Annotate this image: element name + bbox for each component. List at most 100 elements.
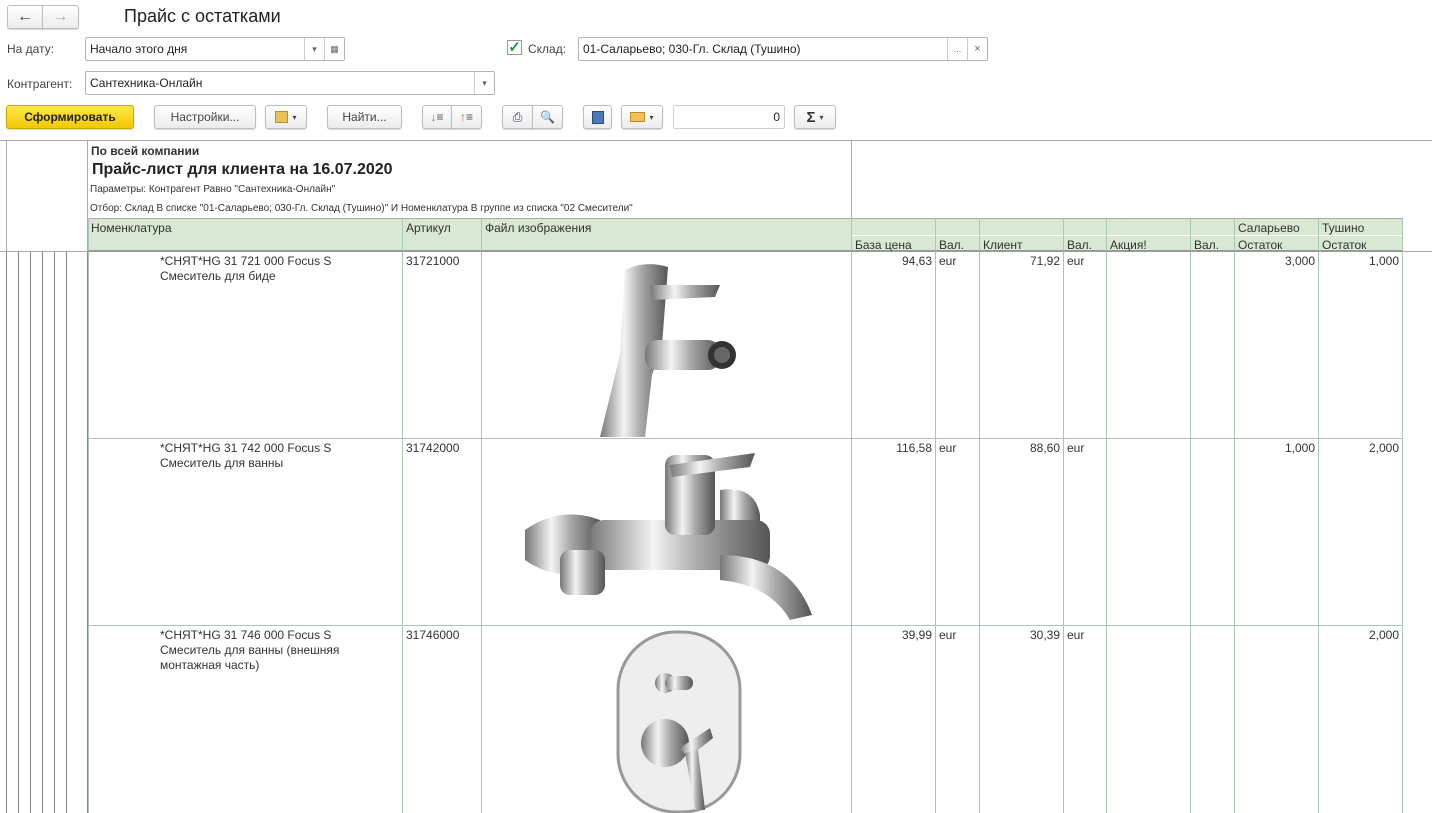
variant-button[interactable]: ▾ xyxy=(265,105,307,129)
settings-button[interactable]: Настройки... xyxy=(154,105,256,129)
header-base-price: База цена xyxy=(855,238,912,252)
sort-descending-icon: ↓≡ xyxy=(430,110,444,124)
column-divider xyxy=(851,218,852,813)
article: 31742000 xyxy=(406,441,460,455)
calendar-icon[interactable]: ▦ xyxy=(324,38,344,60)
currency: eur xyxy=(939,254,957,268)
folder-report-icon xyxy=(275,111,289,123)
article: 31721000 xyxy=(406,254,460,268)
product-image-concealed-mixer xyxy=(616,630,742,813)
warehouse-label: Склад: xyxy=(528,42,567,56)
base-price: 116,58 xyxy=(896,441,932,455)
stock-tushino: 2,000 xyxy=(1368,441,1399,455)
generate-button[interactable]: Сформировать xyxy=(6,105,134,129)
product-image-bath-mixer xyxy=(525,453,812,620)
product-code: *СНЯТ*HG 31 742 000 Focus S xyxy=(160,441,332,455)
row-divider xyxy=(88,625,1402,626)
currency: eur xyxy=(1067,441,1085,455)
envelope-icon xyxy=(630,112,646,122)
sum-value: 0 xyxy=(773,110,780,124)
base-price: 39,99 xyxy=(901,628,932,642)
stock-salaryevo: 1,000 xyxy=(1284,441,1315,455)
select-button[interactable]: ... xyxy=(947,38,967,60)
counterparty-label: Контрагент: xyxy=(7,77,73,91)
header-image: Файл изображения xyxy=(485,221,592,235)
product-code: *СНЯТ*HG 31 746 000 Focus S xyxy=(160,628,332,642)
sum-field[interactable]: 0 xyxy=(673,105,785,129)
currency: eur xyxy=(939,628,957,642)
floppy-disk-icon xyxy=(591,110,604,124)
sort-desc-button[interactable]: ↓≡ xyxy=(422,105,452,129)
product-name: монтажная часть) xyxy=(160,658,260,672)
dropdown-arrow-icon[interactable]: ▾ xyxy=(474,72,494,94)
sort-ascending-icon: ↑≡ xyxy=(459,110,473,124)
header-warehouse-tushino: Тушино xyxy=(1322,221,1365,235)
client-price: 71,92 xyxy=(1029,254,1060,268)
email-button[interactable]: ▾ xyxy=(621,105,663,129)
stock-tushino: 1,000 xyxy=(1368,254,1399,268)
date-field[interactable]: Начало этого дня ▾ ▦ xyxy=(85,37,345,61)
client-price: 30,39 xyxy=(1029,628,1060,642)
save-button[interactable] xyxy=(583,105,612,129)
header-currency: Вал. xyxy=(939,238,965,252)
product-code: *СНЯТ*HG 31 721 000 Focus S xyxy=(160,254,332,268)
product-name: Смеситель для ванны (внешняя xyxy=(160,643,340,657)
report-company: По всей компании xyxy=(91,144,200,158)
base-price: 94,63 xyxy=(901,254,932,268)
report-parameters: Параметры: Контрагент Равно "Сантехника-… xyxy=(90,184,336,195)
sigma-icon: Σ xyxy=(806,108,816,126)
warehouse-value: 01-Саларьево; 030-Гл. Склад (Тушино) xyxy=(583,42,801,56)
stock-tushino: 2,000 xyxy=(1368,628,1399,642)
clear-icon[interactable]: × xyxy=(967,38,987,60)
forward-button[interactable]: → xyxy=(42,5,79,29)
page-title: Прайс с остатками xyxy=(124,6,281,26)
column-divider xyxy=(979,218,980,813)
column-divider xyxy=(1106,218,1107,813)
date-label: На дату: xyxy=(7,42,55,56)
sum-mode-button[interactable]: Σ ▾ xyxy=(794,105,836,129)
column-divider xyxy=(88,218,89,813)
counterparty-field[interactable]: Сантехника-Онлайн ▾ xyxy=(85,71,495,95)
report-title: Прайс-лист для клиента на 16.07.2020 xyxy=(92,161,393,178)
article: 31746000 xyxy=(406,628,460,642)
header-warehouse-salaryevo: Саларьево xyxy=(1238,221,1300,235)
dropdown-arrow-icon[interactable]: ▾ xyxy=(304,38,324,60)
find-button[interactable]: Найти... xyxy=(327,105,402,129)
counterparty-value: Сантехника-Онлайн xyxy=(90,76,203,90)
header-currency: Вал. xyxy=(1067,238,1093,252)
product-image-bidet-mixer xyxy=(600,264,736,437)
column-divider xyxy=(481,218,482,813)
column-divider xyxy=(1190,218,1191,813)
column-divider xyxy=(402,218,403,813)
currency: eur xyxy=(1067,628,1085,642)
back-button[interactable]: ← xyxy=(7,5,43,29)
warehouse-field[interactable]: 01-Саларьево; 030-Гл. Склад (Тушино) ...… xyxy=(578,37,988,61)
header-promo: Акция! xyxy=(1110,238,1147,252)
currency: eur xyxy=(939,441,957,455)
header-article: Артикул xyxy=(406,221,451,235)
header-nomenclature: Номенклатура xyxy=(91,221,172,235)
preview-button[interactable]: 🔍 xyxy=(532,105,563,129)
column-divider xyxy=(935,218,936,813)
header-stock: Остаток xyxy=(1238,238,1283,252)
printer-icon: ⎙ xyxy=(512,109,523,124)
stock-salaryevo: 3,000 xyxy=(1284,254,1315,268)
sort-asc-button[interactable]: ↑≡ xyxy=(451,105,482,129)
row-divider xyxy=(88,251,1402,252)
product-name: Смеситель для ванны xyxy=(160,456,284,470)
currency: eur xyxy=(1067,254,1085,268)
client-price: 88,60 xyxy=(1029,441,1060,455)
header-client-price: Клиент xyxy=(983,238,1023,252)
report-filter: Отбор: Склад В списке "01-Саларьево; 030… xyxy=(90,203,633,214)
column-divider xyxy=(1234,218,1235,813)
column-divider xyxy=(1318,218,1319,813)
date-value: Начало этого дня xyxy=(90,42,188,56)
column-divider xyxy=(1402,218,1403,813)
header-stock: Остаток xyxy=(1322,238,1367,252)
header-currency: Вал. xyxy=(1194,238,1220,252)
product-name: Смеситель для биде xyxy=(160,269,276,283)
print-preview-icon: 🔍 xyxy=(540,110,555,124)
warehouse-checkbox[interactable]: ✓ xyxy=(507,40,522,55)
column-divider xyxy=(1063,218,1064,813)
print-button[interactable]: ⎙ xyxy=(502,105,533,129)
